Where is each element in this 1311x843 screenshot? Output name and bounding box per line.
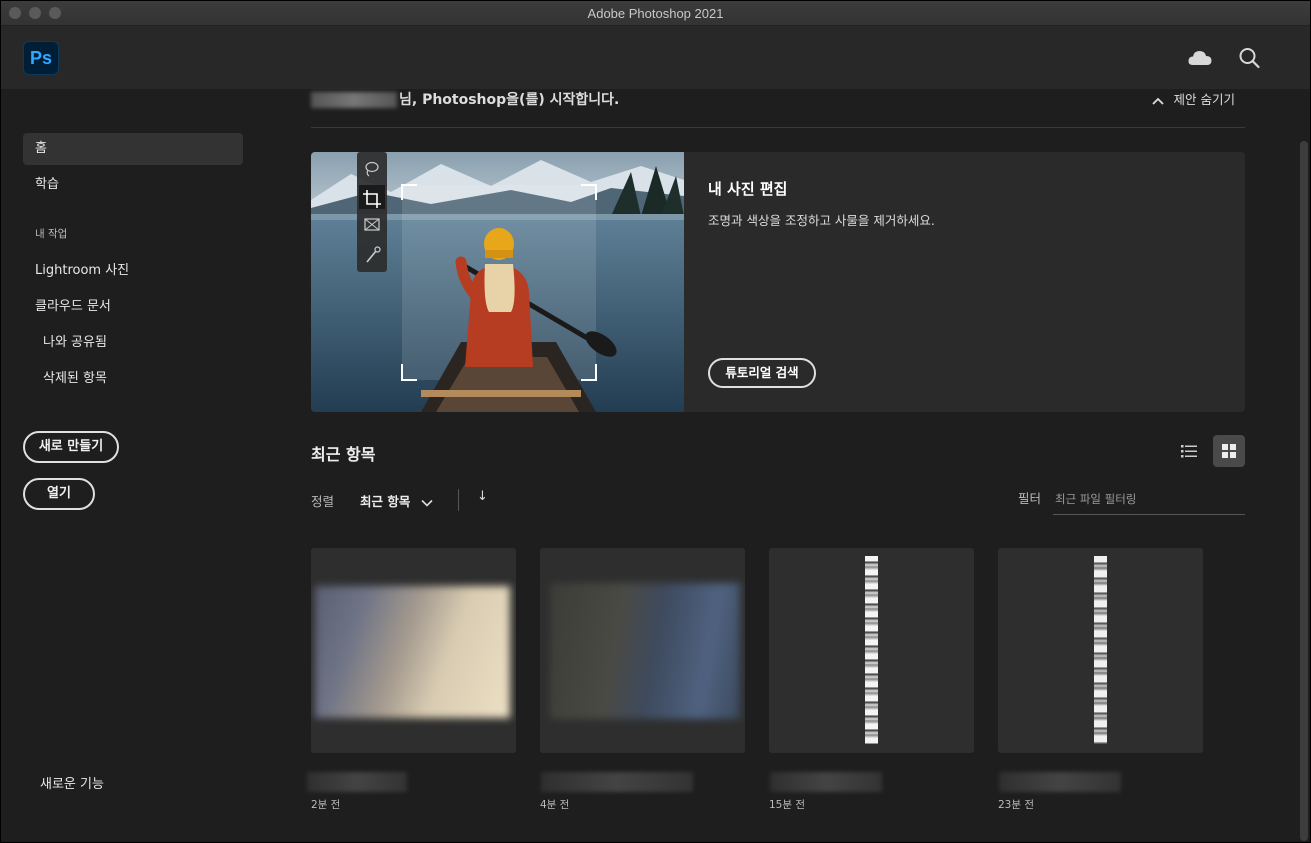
sort-direction-button[interactable]: ↓ bbox=[477, 489, 488, 504]
my-work-heading: 내 작업 bbox=[35, 228, 68, 240]
file-modified-time: 2분 전 bbox=[311, 799, 341, 811]
sidebar-item-shared-with-me[interactable]: 나와 공유됨 bbox=[23, 327, 243, 359]
file-modified-time: 4분 전 bbox=[540, 799, 570, 811]
sort-separator bbox=[458, 489, 459, 511]
recent-file-card[interactable] bbox=[540, 548, 745, 753]
open-button[interactable]: 열기 bbox=[23, 478, 95, 510]
file-name-redacted bbox=[307, 772, 407, 792]
file-name-redacted bbox=[999, 772, 1121, 792]
feature-card-edit-photo: 내 사진 편집 조명과 색상을 조정하고 사물을 제거하세요. 튜토리얼 검색 bbox=[311, 152, 1245, 412]
file-modified-time: 15분 전 bbox=[769, 799, 806, 811]
main-content: 님, Photoshop을(를) 시작합니다. 제안 숨기기 내 사진 편집 조… bbox=[263, 89, 1293, 842]
canoe-lake-illustration bbox=[311, 152, 684, 412]
sort-dropdown[interactable]: 최근 항목 bbox=[360, 491, 433, 510]
main-scrollbar[interactable] bbox=[1300, 141, 1308, 841]
sidebar-item-home[interactable]: 홈 bbox=[23, 133, 243, 165]
window-title: Adobe Photoshop 2021 bbox=[587, 6, 724, 21]
file-thumbnail bbox=[550, 583, 740, 719]
recent-file-card[interactable] bbox=[998, 548, 1203, 753]
chevron-up-icon bbox=[1151, 97, 1164, 105]
sidebar-item-deleted[interactable]: 삭제된 항목 bbox=[23, 363, 243, 395]
welcome-text: 님, Photoshop을(를) 시작합니다. bbox=[399, 92, 620, 108]
photoshop-logo[interactable]: Ps bbox=[23, 41, 59, 75]
file-thumbnail bbox=[315, 586, 510, 718]
hide-suggestions-label: 제안 숨기기 bbox=[1173, 92, 1235, 107]
feature-image-canoe bbox=[311, 152, 684, 412]
search-icon[interactable] bbox=[1237, 46, 1263, 70]
cloud-icon[interactable] bbox=[1187, 46, 1213, 70]
recent-section-title: 최근 항목 bbox=[311, 445, 376, 464]
welcome-banner: 님, Photoshop을(를) 시작합니다. bbox=[311, 89, 619, 109]
divider bbox=[311, 127, 1245, 128]
find-tutorials-button[interactable]: 튜토리얼 검색 bbox=[708, 358, 816, 388]
file-name-redacted bbox=[770, 772, 882, 792]
sidebar-item-lightroom-photos[interactable]: Lightroom 사진 bbox=[23, 255, 243, 287]
sort-label: 정렬 bbox=[311, 494, 335, 509]
file-name-redacted bbox=[541, 772, 693, 792]
list-view-button[interactable] bbox=[1173, 435, 1205, 467]
recent-file-card[interactable] bbox=[311, 548, 516, 753]
filter-input[interactable] bbox=[1053, 483, 1245, 515]
app-header: Ps bbox=[1, 26, 1310, 89]
filter-label: 필터 bbox=[1018, 491, 1042, 506]
chevron-down-icon bbox=[421, 499, 433, 507]
grid-view-icon bbox=[1222, 444, 1236, 458]
sidebar: 홈 학습 내 작업 Lightroom 사진 클라우드 문서 나와 공유됨 삭제… bbox=[1, 89, 263, 842]
sort-dropdown-value: 최근 항목 bbox=[360, 494, 411, 509]
sidebar-item-cloud-documents[interactable]: 클라우드 문서 bbox=[23, 291, 243, 323]
whats-new-label: 새로운 기능 bbox=[40, 777, 104, 792]
file-thumbnail bbox=[1094, 556, 1107, 744]
feature-content: 내 사진 편집 조명과 색상을 조정하고 사물을 제거하세요. 튜토리얼 검색 bbox=[708, 152, 1228, 412]
file-modified-time: 23분 전 bbox=[998, 799, 1035, 811]
file-thumbnail bbox=[865, 556, 878, 744]
sidebar-item-learn[interactable]: 학습 bbox=[23, 169, 243, 201]
new-file-button[interactable]: 새로 만들기 bbox=[23, 431, 119, 463]
hide-suggestions-button[interactable]: 제안 숨기기 bbox=[1151, 89, 1235, 108]
title-bar: Adobe Photoshop 2021 bbox=[1, 1, 1310, 26]
list-view-icon bbox=[1181, 445, 1197, 458]
user-name-redacted bbox=[311, 92, 397, 108]
app-window: Adobe Photoshop 2021 Ps 홈 학습 내 작업 Lightr… bbox=[1, 1, 1310, 842]
recent-file-card[interactable] bbox=[769, 548, 974, 753]
grid-view-button[interactable] bbox=[1213, 435, 1245, 467]
feature-title: 내 사진 편집 bbox=[708, 180, 788, 198]
feature-description: 조명과 색상을 조정하고 사물을 제거하세요. bbox=[708, 213, 935, 228]
whats-new-link[interactable]: 새로운 기능 bbox=[23, 769, 243, 801]
